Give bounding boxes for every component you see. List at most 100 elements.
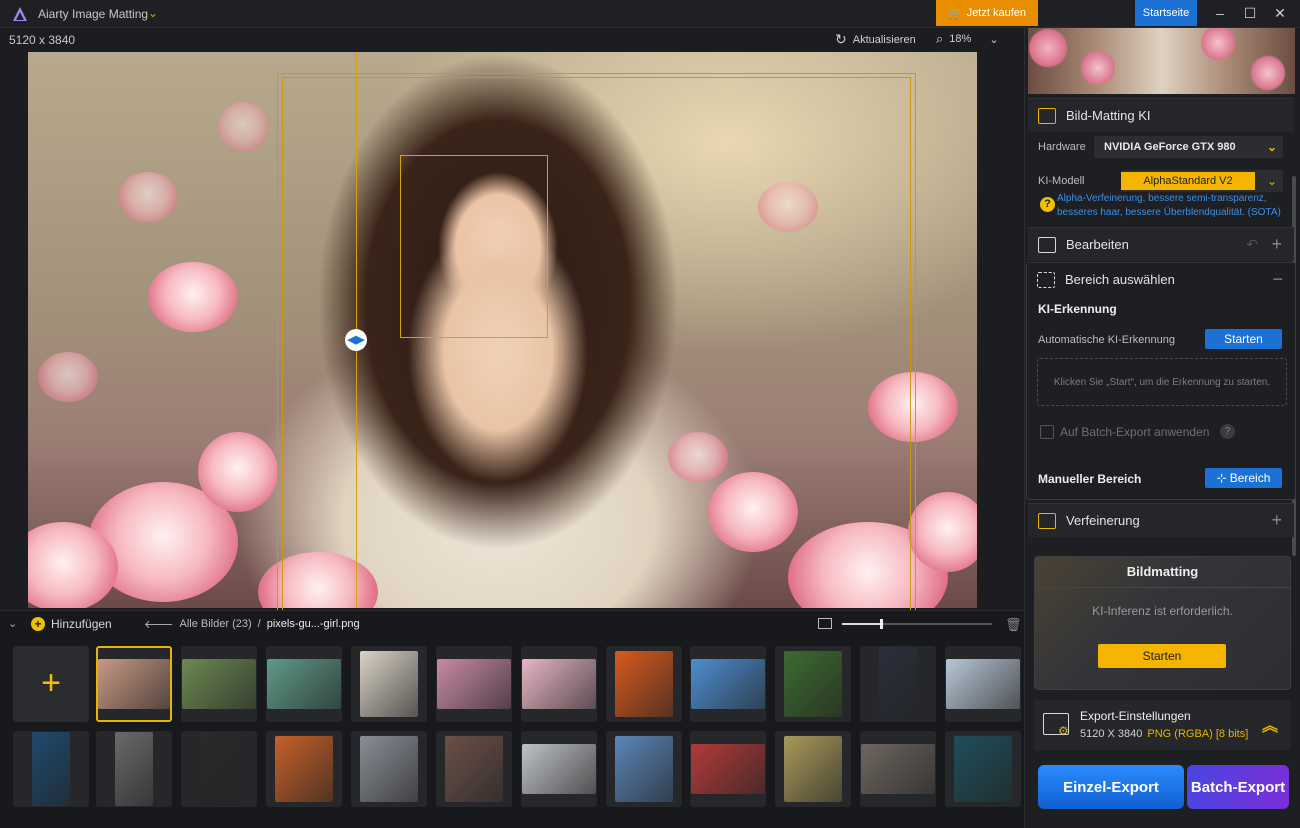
compare-handle-icon[interactable]: ◀▶: [345, 329, 367, 351]
thumbnail-item[interactable]: [436, 646, 512, 722]
breadcrumb-all-images[interactable]: Alle Bilder (23): [180, 618, 252, 630]
ki-detection-title: KI-Erkennung: [1038, 302, 1117, 316]
section-verfeinerung[interactable]: Verfeinerung +: [1028, 503, 1294, 537]
plus-icon[interactable]: +: [1271, 510, 1282, 531]
detection-hint: Klicken Sie „Start“, um die Erkennung zu…: [1037, 358, 1287, 406]
export-size: 5120 X 3840: [1080, 728, 1143, 740]
area-button-label: Bereich: [1229, 471, 1271, 485]
export-title: Export-Einstellungen: [1080, 709, 1191, 723]
breadcrumb-current-file: pixels-gu...-girl.png: [266, 618, 360, 630]
thumbnail-item[interactable]: [521, 731, 597, 807]
section-title: Bild-Matting KI: [1066, 108, 1151, 123]
maximize-icon[interactable]: ☐: [1240, 3, 1260, 23]
thumbnail-item[interactable]: [690, 731, 766, 807]
thumbnail-item[interactable]: [690, 646, 766, 722]
batch-apply-checkbox[interactable]: Auf Batch-Export anwenden: [1040, 425, 1209, 439]
zoom-control[interactable]: ⌕ 18% ⌄: [936, 31, 999, 47]
select-area-icon: [1037, 271, 1055, 288]
slider-handle[interactable]: [880, 619, 883, 629]
thumbnail-item[interactable]: [860, 731, 936, 807]
breadcrumb: 🡐 Alle Bilder (23) / pixels-gu...-girl.p…: [144, 617, 360, 631]
minus-icon[interactable]: −: [1272, 269, 1283, 290]
section-bearbeiten[interactable]: Bearbeiten ↶ +: [1028, 227, 1294, 261]
export-settings[interactable]: [1034, 700, 1291, 750]
help-icon[interactable]: ?: [1220, 424, 1235, 439]
plus-icon[interactable]: +: [1271, 234, 1282, 255]
matting-start-button[interactable]: Starten: [1098, 644, 1226, 668]
batch-apply-label: Auf Batch-Export anwenden: [1060, 425, 1210, 439]
thumbnail-item[interactable]: [181, 646, 257, 722]
thumbnail-image: [615, 651, 673, 717]
collapse-icon[interactable]: ⌄: [8, 617, 17, 630]
thumbnail-item[interactable]: [13, 731, 89, 807]
thumbnail-item[interactable]: [860, 646, 936, 722]
thumbnail-image: [691, 744, 765, 794]
crop-frame-inner: [282, 77, 911, 612]
image-matting-icon: [1038, 107, 1056, 124]
thumbnail-item[interactable]: [521, 646, 597, 722]
thumbnail-image: [691, 659, 765, 709]
thumbnail-item[interactable]: [945, 646, 1021, 722]
single-export-button[interactable]: Einzel-Export: [1038, 765, 1184, 809]
thumbnail-item[interactable]: [775, 646, 851, 722]
thumbnail-item[interactable]: [96, 646, 172, 722]
preview-image: [1028, 28, 1295, 94]
minimize-icon[interactable]: –: [1210, 3, 1230, 23]
section-title: Bereich auswählen: [1065, 272, 1175, 287]
add-image-tile[interactable]: +: [13, 646, 89, 722]
chevron-down-icon[interactable]: ⌄: [148, 6, 158, 20]
thumbnail-image: [954, 736, 1012, 802]
start-detection-button[interactable]: Starten: [1205, 329, 1282, 349]
close-icon[interactable]: ✕: [1270, 3, 1290, 23]
thumbnail-item[interactable]: [606, 731, 682, 807]
thumbnail-item[interactable]: [436, 731, 512, 807]
thumbnail-image: [522, 744, 596, 794]
chevron-up-icon[interactable]: ︽: [1262, 712, 1278, 736]
model-value: AlphaStandard V2: [1121, 172, 1255, 190]
chevron-down-icon[interactable]: ⌄: [989, 33, 998, 46]
crosshair-icon: ⊹: [1216, 471, 1227, 485]
thumbnail-item[interactable]: [96, 731, 172, 807]
app-logo-icon: [13, 7, 27, 21]
thumbnail-image: [360, 736, 418, 802]
section-bereich-auswaehlen[interactable]: Bereich auswählen −: [1027, 262, 1295, 296]
help-icon[interactable]: ?: [1040, 197, 1055, 212]
model-description: Alpha-Verfeinerung, bessere semi-transpa…: [1057, 193, 1281, 218]
home-button[interactable]: Startseite: [1135, 0, 1197, 26]
thumbnail-image: [437, 659, 511, 709]
face-detection-box[interactable]: [400, 155, 548, 338]
back-arrow-icon[interactable]: 🡐: [144, 617, 174, 631]
thumbnail-image: [200, 732, 238, 806]
trash-icon[interactable]: 🗑: [1005, 617, 1022, 633]
thumbnail-image: [182, 659, 256, 709]
thumbnail-item[interactable]: [351, 646, 427, 722]
refine-icon: [1038, 512, 1056, 529]
add-label: Hinzufügen: [51, 617, 112, 631]
hardware-select[interactable]: NVIDIA GeForce GTX 980 ⌄: [1094, 136, 1283, 158]
thumbnail-item[interactable]: [945, 731, 1021, 807]
gear-icon: ⚙: [1058, 724, 1069, 738]
section-bild-matting[interactable]: Bild-Matting KI: [1028, 98, 1294, 132]
thumbnail-item[interactable]: [775, 731, 851, 807]
thumbnail-item[interactable]: [351, 731, 427, 807]
refresh-button[interactable]: ↻ Aktualisieren: [835, 31, 916, 48]
thumbnail-item[interactable]: [266, 731, 342, 807]
thumbnail-item[interactable]: [181, 731, 257, 807]
thumbnail-image: [275, 736, 333, 802]
undo-icon[interactable]: ↶: [1246, 236, 1258, 253]
batch-export-button[interactable]: Batch-Export: [1187, 765, 1289, 809]
hardware-value: NVIDIA GeForce GTX 980: [1104, 141, 1236, 153]
zoom-value: 18%: [949, 33, 972, 45]
thumbnail-item[interactable]: [606, 646, 682, 722]
thumbnail-image: [879, 647, 917, 721]
add-button[interactable]: + Hinzufügen: [31, 617, 112, 631]
thumbnail-item[interactable]: [266, 646, 342, 722]
buy-button[interactable]: 🛒 Jetzt kaufen: [936, 0, 1038, 26]
model-select[interactable]: AlphaStandard V2 ⌄: [1121, 170, 1283, 192]
slider-fill: [842, 623, 882, 625]
export-info: 5120 X 3840 PNG (RGBA) [8 bits]: [1080, 728, 1248, 740]
thumbnail-image: [522, 659, 596, 709]
area-button[interactable]: ⊹ Bereich: [1205, 468, 1282, 488]
thumbnail-image: [360, 651, 418, 717]
thumbnail-image: [784, 736, 842, 802]
